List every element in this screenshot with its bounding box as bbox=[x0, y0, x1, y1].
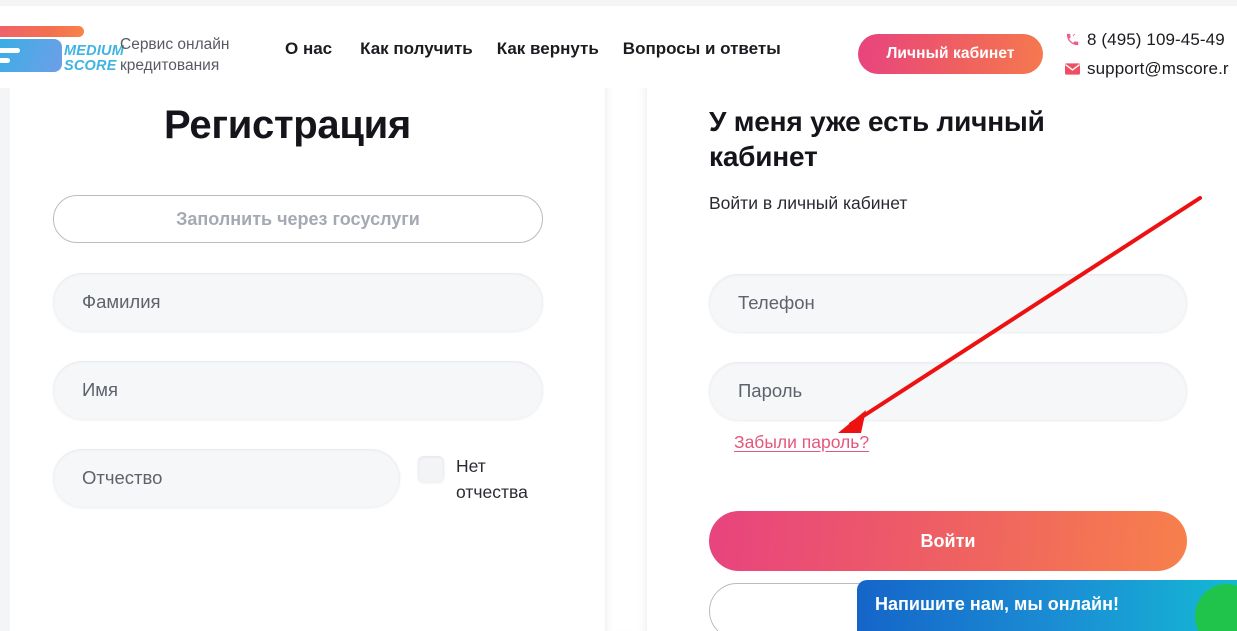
logo[interactable]: MEDIUM SCORE bbox=[0, 26, 124, 76]
email-address: support@mscore.r bbox=[1087, 58, 1229, 78]
login-panel: У меня уже есть личный кабинет Войти в л… bbox=[647, 88, 1237, 631]
registration-panel: Регистрация Заполнить через госуслуги Не… bbox=[10, 88, 605, 631]
nav-item-faq[interactable]: Вопросы и ответы bbox=[623, 39, 805, 59]
header-contacts: 8 (495) 109-45-49 support@mscore.r bbox=[1065, 25, 1237, 83]
patronymic-input[interactable] bbox=[53, 449, 400, 507]
nav-item-how-return[interactable]: Как вернуть bbox=[497, 39, 623, 59]
nav-item-how-get[interactable]: Как получить bbox=[360, 39, 497, 59]
whatsapp-icon[interactable] bbox=[1195, 584, 1237, 631]
nav-item-about[interactable]: О нас bbox=[285, 39, 360, 59]
phone-number: 8 (495) 109-45-49 bbox=[1087, 29, 1225, 49]
phone-icon bbox=[1065, 32, 1087, 47]
chat-widget-message: Напишите нам, мы онлайн! bbox=[875, 594, 1119, 614]
chat-widget[interactable]: Напишите нам, мы онлайн! bbox=[857, 580, 1237, 631]
no-patronymic-checkbox-group[interactable]: Нет отчества bbox=[418, 453, 536, 505]
logo-text: MEDIUM SCORE bbox=[64, 44, 124, 74]
no-patronymic-checkbox[interactable] bbox=[418, 456, 444, 482]
phone-input[interactable] bbox=[709, 274, 1187, 332]
login-subtitle: Войти в личный кабинет bbox=[709, 193, 908, 213]
main-content: Регистрация Заполнить через госуслуги Не… bbox=[10, 88, 1237, 631]
site-tagline: Сервис онлайн кредитования bbox=[120, 36, 230, 74]
logo-text-line1: MEDIUM bbox=[64, 43, 125, 59]
logo-card-icon bbox=[0, 39, 62, 72]
login-submit-button[interactable]: Войти bbox=[709, 511, 1187, 571]
no-patronymic-label: Нет отчества bbox=[456, 456, 528, 502]
envelope-icon bbox=[1065, 62, 1087, 75]
registration-title: Регистрация bbox=[164, 103, 411, 147]
main-navigation: О нас Как получить Как вернуть Вопросы и… bbox=[285, 39, 805, 59]
logo-gradient-bar bbox=[0, 26, 84, 37]
site-header: MEDIUM SCORE Сервис онлайн кредитования … bbox=[0, 6, 1237, 88]
first-name-input[interactable] bbox=[53, 361, 543, 419]
gosuslugi-button[interactable]: Заполнить через госуслуги bbox=[53, 195, 543, 243]
logo-text-line2: SCORE bbox=[64, 58, 117, 74]
account-button[interactable]: Личный кабинет bbox=[858, 34, 1043, 74]
login-title: У меня уже есть личный кабинет bbox=[709, 106, 1045, 172]
forgot-password-link[interactable]: Забыли пароль? bbox=[734, 432, 869, 453]
contact-email[interactable]: support@mscore.r bbox=[1065, 54, 1237, 83]
contact-phone[interactable]: 8 (495) 109-45-49 bbox=[1065, 25, 1237, 54]
password-input[interactable] bbox=[709, 362, 1187, 420]
column-divider bbox=[605, 88, 647, 631]
surname-input[interactable] bbox=[53, 273, 543, 331]
